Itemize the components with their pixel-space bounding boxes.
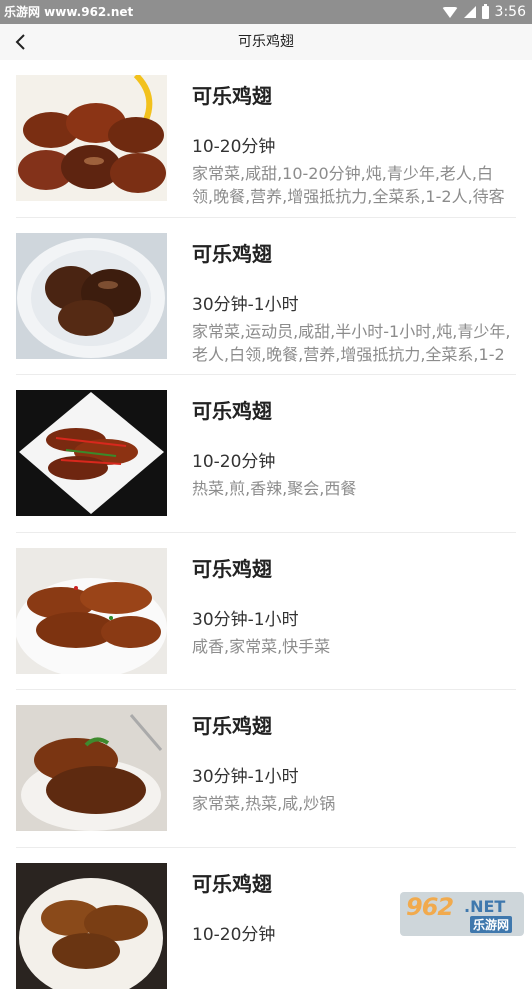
recipe-item[interactable]: 可乐鸡翅 10-20分钟 家常菜,咸甜,10-20分钟,炖,青少年,老人,白领,… <box>0 60 532 218</box>
recipe-tags: 咸香,家常菜,快手菜 <box>192 635 514 658</box>
recipe-thumbnail <box>16 233 167 359</box>
recipe-time: 30分钟-1小时 <box>192 290 299 315</box>
recipe-thumbnail <box>16 705 167 831</box>
battery-icon <box>482 6 489 19</box>
recipe-name: 可乐鸡翅 <box>192 710 272 739</box>
recipe-thumbnail <box>16 75 167 201</box>
wifi-icon <box>442 7 458 18</box>
recipe-thumbnail <box>16 548 167 674</box>
recipe-time: 30分钟-1小时 <box>192 605 299 630</box>
recipe-name: 可乐鸡翅 <box>192 553 272 582</box>
recipe-thumbnail <box>16 863 167 989</box>
top-nav-bar: 可乐鸡翅 <box>0 24 532 60</box>
recipe-time: 10-20分钟 <box>192 920 275 945</box>
recipe-time: 10-20分钟 <box>192 447 275 472</box>
recipe-item[interactable]: 可乐鸡翅 10-20分钟 热菜,煎,香辣,聚会,西餐 <box>0 375 532 533</box>
recipe-list: 可乐鸡翅 10-20分钟 家常菜,咸甜,10-20分钟,炖,青少年,老人,白领,… <box>0 60 532 1005</box>
recipe-item[interactable]: 可乐鸡翅 30分钟-1小时 家常菜,热菜,咸,炒锅 <box>0 690 532 848</box>
watermark-number: 962 <box>406 893 453 921</box>
recipe-tags: 热菜,煎,香辣,聚会,西餐 <box>192 477 514 500</box>
watermark-net: .NET <box>464 897 505 916</box>
recipe-name: 可乐鸡翅 <box>192 395 272 424</box>
status-site-text: 乐游网 www.962.net <box>4 4 133 20</box>
signal-icon <box>464 6 476 18</box>
recipe-name: 可乐鸡翅 <box>192 868 272 897</box>
watermark-cn: 乐游网 <box>470 916 512 933</box>
recipe-tags: 家常菜,运动员,咸甜,半小时-1小时,炖,青少年,老人,白领,晚餐,营养,增强抵… <box>192 320 514 366</box>
status-right: 3:56 <box>442 2 526 22</box>
recipe-tags: 家常菜,咸甜,10-20分钟,炖,青少年,老人,白领,晚餐,营养,增强抵抗力,全… <box>192 162 514 208</box>
recipe-name: 可乐鸡翅 <box>192 238 272 267</box>
recipe-item[interactable]: 可乐鸡翅 30分钟-1小时 家常菜,运动员,咸甜,半小时-1小时,炖,青少年,老… <box>0 218 532 376</box>
recipe-tags: 家常菜,热菜,咸,炒锅 <box>192 792 514 815</box>
recipe-time: 10-20分钟 <box>192 132 275 157</box>
recipe-thumbnail <box>16 390 167 516</box>
status-bar: 乐游网 www.962.net 3:56 <box>0 0 532 24</box>
recipe-item[interactable]: 可乐鸡翅 30分钟-1小时 咸香,家常菜,快手菜 <box>0 533 532 691</box>
recipe-time: 30分钟-1小时 <box>192 762 299 787</box>
recipe-name: 可乐鸡翅 <box>192 80 272 109</box>
watermark-logo: 962 .NET 乐游网 <box>400 892 524 936</box>
status-time: 3:56 <box>495 4 526 20</box>
page-title: 可乐鸡翅 <box>0 24 532 60</box>
